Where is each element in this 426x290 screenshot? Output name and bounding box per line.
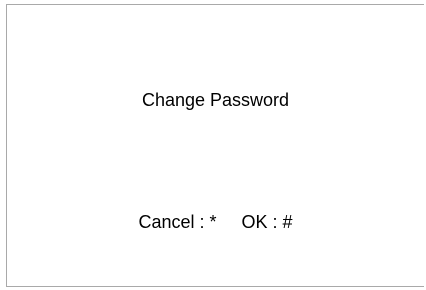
cancel-key-hint[interactable]: Cancel : * bbox=[138, 212, 216, 233]
key-hints: Cancel : * OK : # bbox=[7, 212, 424, 233]
dialog-screen: Change Password Cancel : * OK : # bbox=[6, 4, 424, 287]
ok-key-hint[interactable]: OK : # bbox=[242, 212, 293, 233]
screen-title: Change Password bbox=[141, 90, 290, 110]
